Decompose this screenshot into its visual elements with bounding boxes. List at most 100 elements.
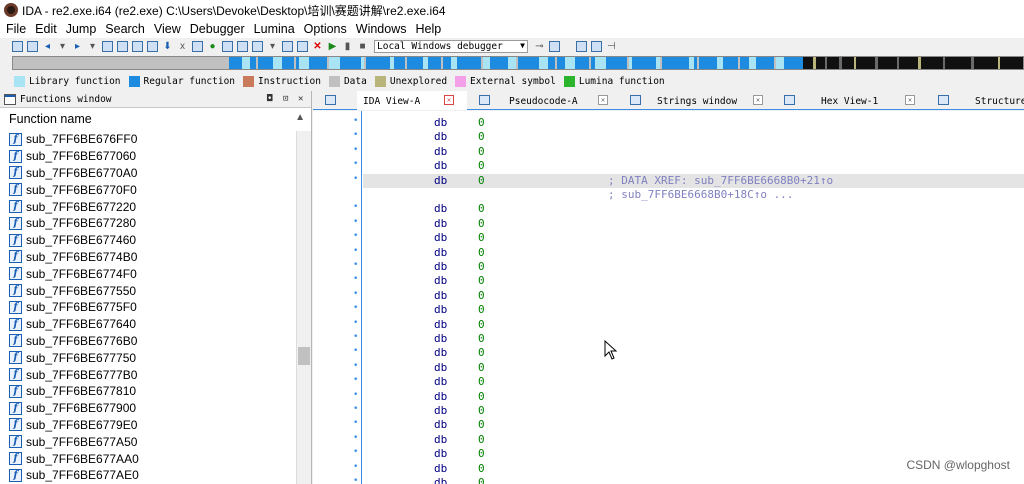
menu-windows[interactable]: Windows: [356, 22, 407, 36]
menu-lumina[interactable]: Lumina: [254, 22, 295, 36]
pause-icon[interactable]: ▮: [342, 41, 353, 52]
lumina-push-icon[interactable]: [591, 40, 602, 52]
function-list-item[interactable]: f sub_7FF6BE6779E0: [0, 417, 296, 434]
function-list-item[interactable]: f sub_7FF6BE6770F0: [0, 181, 296, 198]
forward-arrow-icon[interactable]: ▸: [72, 41, 83, 52]
menu-view[interactable]: View: [154, 22, 181, 36]
graph-icon[interactable]: [192, 40, 203, 52]
struct-icon[interactable]: [237, 40, 248, 52]
dropdown-icon[interactable]: ▾: [267, 41, 278, 52]
operand-icon[interactable]: x: [177, 41, 188, 52]
menu-file[interactable]: File: [6, 22, 26, 36]
open-file-icon[interactable]: [12, 40, 23, 52]
green-circle-icon[interactable]: ●: [207, 41, 218, 52]
code-icon[interactable]: [102, 40, 113, 52]
stop-icon[interactable]: ■: [357, 41, 368, 52]
tab-structures-label[interactable]: Structure: [975, 96, 1024, 107]
function-list-item[interactable]: f sub_7FF6BE677750: [0, 349, 296, 366]
disassembly-line[interactable]: • db 0: [313, 260, 1024, 274]
lumina-pull-icon[interactable]: [576, 40, 587, 52]
function-list-item[interactable]: f sub_7FF6BE677220: [0, 198, 296, 215]
disassembly-line[interactable]: • db 0: [313, 346, 1024, 360]
tab-strings-window-label[interactable]: Strings window: [657, 96, 737, 107]
disassembly-line[interactable]: • db 0: [313, 404, 1024, 418]
refresh-icon[interactable]: [549, 40, 560, 52]
menu-edit[interactable]: Edit: [35, 22, 57, 36]
debugger-select[interactable]: Local Windows debugger ▼: [374, 39, 528, 53]
function-list-item[interactable]: f sub_7FF6BE677AE0: [0, 467, 296, 484]
start-debug-icon[interactable]: ▶: [327, 41, 338, 52]
disassembly-line[interactable]: ; sub_7FF6BE6668B0+18C↑o ...: [313, 188, 1024, 202]
disassembly-line[interactable]: • db 0: [313, 202, 1024, 216]
patch-icon[interactable]: [282, 40, 293, 52]
scrollbar-thumb[interactable]: [298, 347, 310, 365]
menu-debugger[interactable]: Debugger: [190, 22, 245, 36]
data-icon[interactable]: [117, 40, 128, 52]
disassembly-line[interactable]: • db 0: [313, 274, 1024, 288]
function-list-item[interactable]: f sub_7FF6BE677A50: [0, 433, 296, 450]
function-list-item[interactable]: f sub_7FF6BE677060: [0, 148, 296, 165]
tab-pseudocode-a-label[interactable]: Pseudocode-A: [509, 96, 578, 107]
disassembly-line[interactable]: • db 0: [313, 375, 1024, 389]
disassembly-line[interactable]: • db 0: [313, 390, 1024, 404]
restore-icon[interactable]: ◘: [267, 94, 272, 104]
function-list-item[interactable]: f sub_7FF6BE6776B0: [0, 333, 296, 350]
tab-hex-view-1-label[interactable]: Hex View-1: [821, 96, 878, 107]
menu-options[interactable]: Options: [304, 22, 347, 36]
disassembly-line[interactable]: • db 0: [313, 476, 1024, 484]
functions-scrollbar[interactable]: [296, 131, 311, 484]
function-name-column-header[interactable]: Function name ▲: [0, 108, 311, 130]
array-icon[interactable]: [147, 40, 158, 52]
menu-search[interactable]: Search: [105, 22, 145, 36]
disassembly-line[interactable]: • db 0: [313, 145, 1024, 159]
tab-ida-view-a-label[interactable]: IDA View-A: [363, 96, 420, 107]
disassembly-line[interactable]: • db 0: [313, 303, 1024, 317]
string-icon[interactable]: [132, 40, 143, 52]
function-list-item[interactable]: f sub_7FF6BE676FF0: [0, 131, 296, 148]
disassembly-line[interactable]: • db 0: [313, 159, 1024, 173]
function-list-item[interactable]: f sub_7FF6BE677280: [0, 215, 296, 232]
function-list-item[interactable]: f sub_7FF6BE677640: [0, 316, 296, 333]
forward-dropdown-icon[interactable]: ▾: [87, 41, 98, 52]
disassembly-line[interactable]: • db 0: [313, 318, 1024, 332]
function-list-item[interactable]: f sub_7FF6BE6777B0: [0, 366, 296, 383]
disassembly-line[interactable]: • db 0: [313, 231, 1024, 245]
navigation-band[interactable]: [12, 56, 1024, 70]
disassembly-line[interactable]: • db 0: [313, 332, 1024, 346]
disassembly-line[interactable]: • db 0: [313, 217, 1024, 231]
function-icon[interactable]: [222, 40, 233, 52]
ida-view-a-disassembly[interactable]: • db 0 • db 0 • db 0 • db 0 • db 0 ; DATA XREF: sub_7FF…: [313, 111, 1024, 484]
disassembly-line[interactable]: • db 0: [313, 246, 1024, 260]
undefine-icon[interactable]: ⬇: [162, 41, 173, 52]
tab-ida-view-a-close-icon[interactable]: ✕: [444, 95, 454, 105]
function-list-item[interactable]: f sub_7FF6BE6770A0: [0, 165, 296, 182]
tab-pseudocode-a-close-icon[interactable]: ✕: [598, 95, 608, 105]
disassembly-line[interactable]: • db 0 ; DATA XREF: sub_7FF6BE6668B0+21↑o: [313, 173, 1024, 188]
tab-hex-view-1-close-icon[interactable]: ✕: [905, 95, 915, 105]
float-icon[interactable]: ⊡: [283, 94, 288, 104]
function-list-item[interactable]: f sub_7FF6BE6774F0: [0, 265, 296, 282]
function-list-item[interactable]: f sub_7FF6BE677900: [0, 400, 296, 417]
function-list-item[interactable]: f sub_7FF6BE677550: [0, 282, 296, 299]
disassembly-line[interactable]: • db 0: [313, 116, 1024, 130]
disassembly-line[interactable]: • db 0: [313, 289, 1024, 303]
menu-help[interactable]: Help: [415, 22, 441, 36]
disassembly-line[interactable]: • db 0: [313, 130, 1024, 144]
breakpoint-icon[interactable]: ⊸: [534, 41, 545, 52]
script-icon[interactable]: [297, 40, 308, 52]
function-list-item[interactable]: f sub_7FF6BE677460: [0, 232, 296, 249]
enum-icon[interactable]: [252, 40, 263, 52]
disassembly-line[interactable]: • db 0: [313, 418, 1024, 432]
menu-jump[interactable]: Jump: [66, 22, 97, 36]
function-list-item[interactable]: f sub_7FF6BE677810: [0, 383, 296, 400]
tab-strings-window-close-icon[interactable]: ✕: [753, 95, 763, 105]
function-list-item[interactable]: f sub_7FF6BE6774B0: [0, 249, 296, 266]
function-list-item[interactable]: f sub_7FF6BE6775F0: [0, 299, 296, 316]
lumina-extra-icon[interactable]: ⊣: [606, 41, 617, 52]
close-red-x-icon[interactable]: ✕: [312, 41, 323, 52]
function-list-item[interactable]: f sub_7FF6BE677AA0: [0, 450, 296, 467]
back-dropdown-icon[interactable]: ▾: [57, 41, 68, 52]
disassembly-line[interactable]: • db 0: [313, 433, 1024, 447]
disassembly-line[interactable]: • db 0: [313, 361, 1024, 375]
back-arrow-icon[interactable]: ◂: [42, 41, 53, 52]
